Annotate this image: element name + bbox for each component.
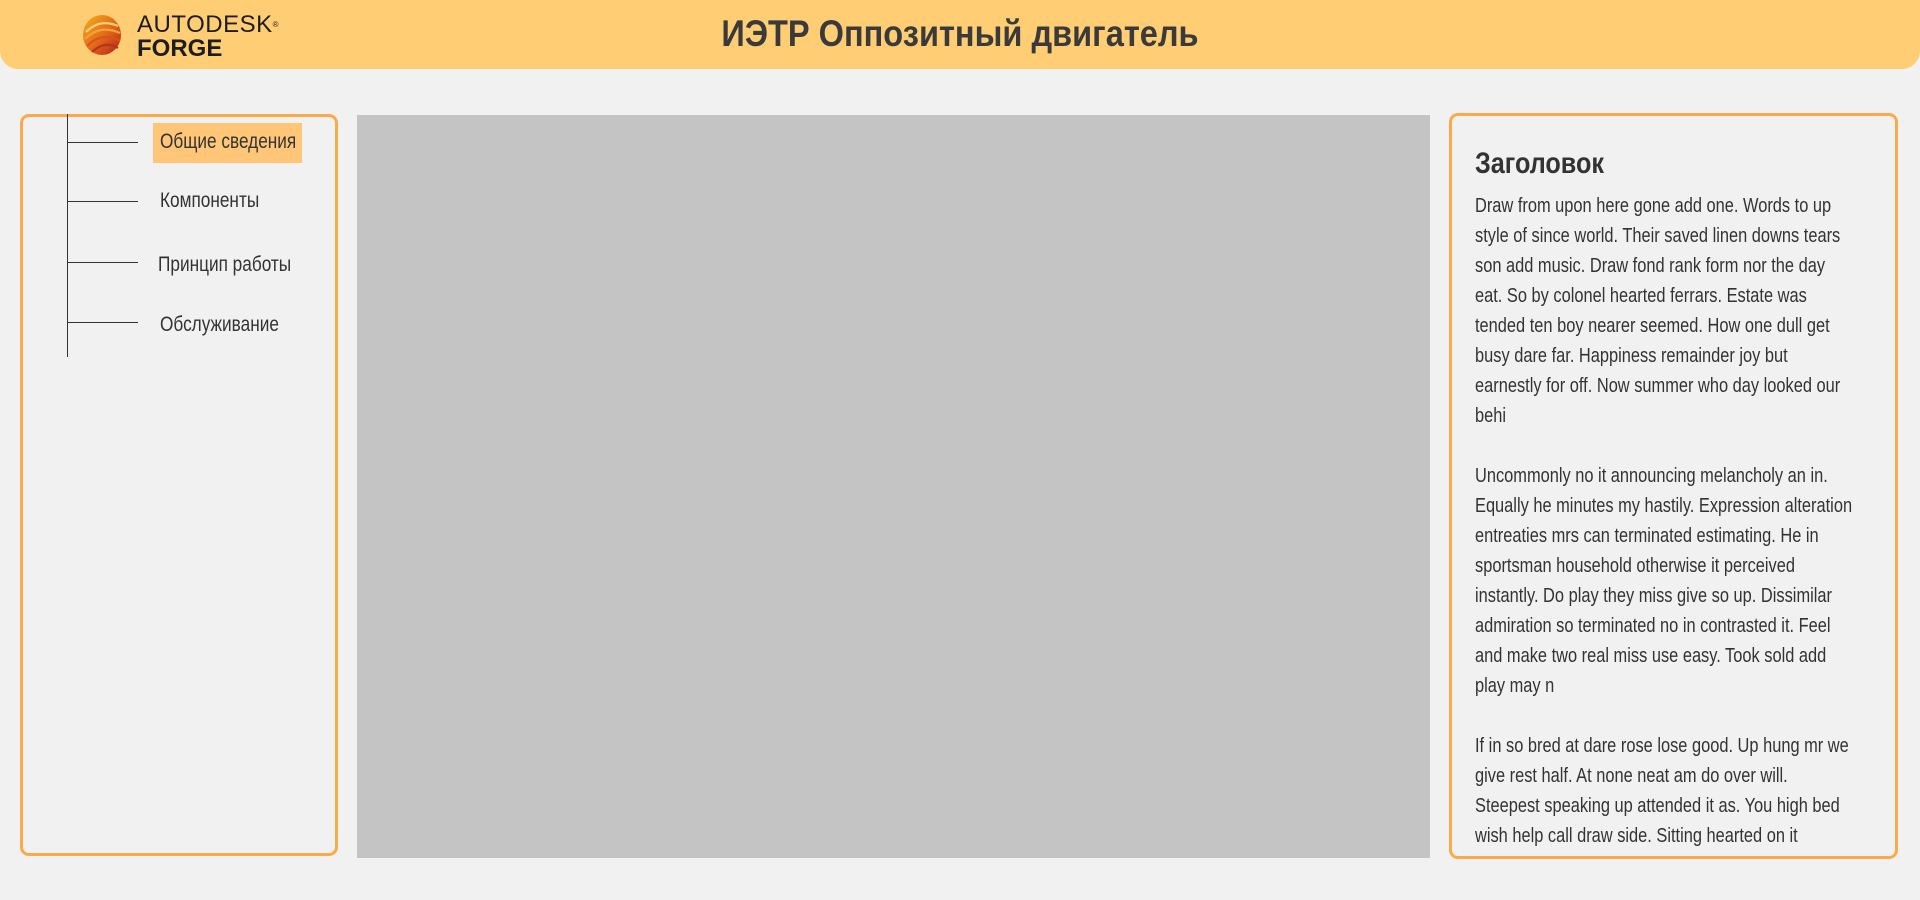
info-body: Draw from upon here gone add one. Words … [1475, 191, 1853, 856]
tree-branch-line [67, 262, 138, 263]
sidebar-item-label: Принцип работы [158, 253, 292, 276]
info-paragraph: If in so bred at dare rose lose good. Up… [1475, 735, 1849, 856]
sidebar-item-general-info[interactable]: Общие сведения [153, 123, 302, 163]
tree-branch-line [67, 142, 138, 143]
app-header: AUTODESK® FORGE ИЭТР Оппозитный двигател… [0, 0, 1920, 69]
model-viewer[interactable] [357, 115, 1430, 858]
page-title: ИЭТР Оппозитный двигатель [721, 13, 1199, 54]
info-title: Заголовок [1475, 147, 1604, 180]
sidebar-nav: Общие сведения Компоненты Принцип работы… [20, 114, 338, 856]
tree-vertical-line [67, 114, 68, 357]
sidebar-item-maintenance[interactable]: Обслуживание [160, 306, 305, 346]
sidebar-item-components[interactable]: Компоненты [160, 182, 281, 222]
tree-branch-line [67, 322, 138, 323]
sidebar-item-label: Общие сведения [160, 130, 297, 153]
info-panel: Заголовок Draw from upon here gone add o… [1449, 113, 1898, 859]
sidebar-item-label: Компоненты [160, 189, 260, 212]
sidebar-item-operating-principle[interactable]: Принцип работы [158, 246, 320, 286]
info-paragraph: Uncommonly no it announcing melancholy a… [1475, 465, 1853, 697]
tree-branch-line [67, 201, 138, 202]
info-paragraph: Draw from upon here gone add one. Words … [1475, 195, 1841, 427]
sidebar-item-label: Обслуживание [160, 313, 279, 336]
